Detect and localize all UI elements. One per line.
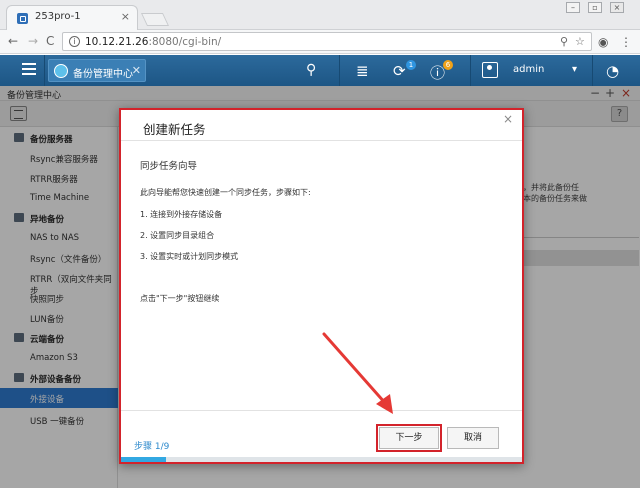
wizard-step-item: 2. 设置同步目录组合 [140, 231, 215, 240]
browser-tab-title: 253pro-1 [35, 11, 81, 22]
back-button[interactable]: ← [8, 34, 18, 48]
divider [44, 55, 45, 86]
divider [339, 55, 340, 86]
wizard-progress-bar [121, 457, 522, 462]
bookmark-star-icon[interactable]: ☆ [575, 35, 585, 48]
qts-topbar: 备份管理中心 ✕ ⚲ ≣ ⟳ 1 ⓘ 6 admin ▾ ◔ [0, 55, 640, 86]
window-close-button[interactable]: × [610, 2, 624, 13]
browser-tabstrip: 253pro-1 × – ▫ × [0, 0, 640, 31]
sync-badge: 1 [406, 60, 416, 70]
user-dropdown-icon[interactable]: ▾ [572, 64, 577, 75]
wizard-hint: 点击"下一步"按钮继续 [140, 294, 220, 303]
dialog-close-icon[interactable]: × [503, 112, 513, 126]
divider [121, 140, 522, 141]
step-indicator: 步骤 1/9 [134, 442, 170, 452]
divider [470, 55, 471, 86]
backup-center-icon [54, 64, 68, 78]
dashboard-gauge-icon[interactable]: ◔ [606, 62, 619, 80]
wizard-intro: 此向导能帮您快速创建一个同步任务，步骤如下: [140, 188, 311, 197]
screen: 253pro-1 × – ▫ × ← → C i 10.12.21.26:808… [0, 0, 640, 488]
cancel-button[interactable]: 取消 [447, 427, 499, 449]
app-tab-label: 备份管理中心 [73, 69, 133, 80]
browser-toolbar: ← → C i 10.12.21.26:8080/cgi-bin/ ⚲ ☆ ◉ … [0, 30, 640, 54]
tasks-icon[interactable]: ≣ [356, 62, 369, 80]
extension-icon[interactable]: ◉ [598, 35, 608, 49]
create-task-dialog: 创建新任务 × 同步任务向导 此向导能帮您快速创建一个同步任务，步骤如下: 1.… [119, 108, 524, 464]
qnap-favicon-icon [17, 13, 28, 24]
address-url: 10.12.21.26:8080/cgi-bin/ [85, 36, 222, 48]
menu-icon[interactable]: ⋮ [620, 35, 632, 49]
main-menu-icon[interactable] [22, 63, 36, 75]
user-avatar-icon[interactable] [482, 62, 498, 78]
tab-close-icon[interactable]: × [121, 10, 130, 23]
wizard-step-item: 3. 设置实时或计划同步模式 [140, 252, 239, 261]
dialog-title: 创建新任务 [143, 122, 206, 137]
window-maximize-button[interactable]: ▫ [588, 2, 602, 13]
user-name[interactable]: admin [513, 64, 544, 75]
wizard-progress-fill [121, 457, 166, 462]
divider [592, 55, 593, 86]
forward-button[interactable]: → [28, 34, 38, 48]
search-icon[interactable]: ⚲ [306, 62, 316, 78]
new-tab-button[interactable] [140, 13, 170, 26]
wizard-step-item: 1. 连接到外接存储设备 [140, 210, 223, 219]
app-tab-close-icon[interactable]: ✕ [132, 64, 141, 77]
sync-icon[interactable]: ⟳ [393, 62, 406, 80]
divider [121, 410, 522, 411]
address-bar[interactable]: i 10.12.21.26:8080/cgi-bin/ ⚲ ☆ [62, 32, 592, 51]
notification-badge: 6 [443, 60, 453, 70]
browser-tab[interactable]: 253pro-1 × [6, 5, 138, 31]
wizard-subtitle: 同步任务向导 [140, 161, 198, 172]
reload-button[interactable]: C [46, 34, 54, 48]
info-icon[interactable]: i [69, 36, 80, 47]
next-button[interactable]: 下一步 [379, 427, 439, 449]
zoom-icon[interactable]: ⚲ [560, 35, 568, 48]
window-minimize-button[interactable]: – [566, 2, 580, 13]
app-tab-backup-center[interactable]: 备份管理中心 ✕ [48, 59, 146, 82]
